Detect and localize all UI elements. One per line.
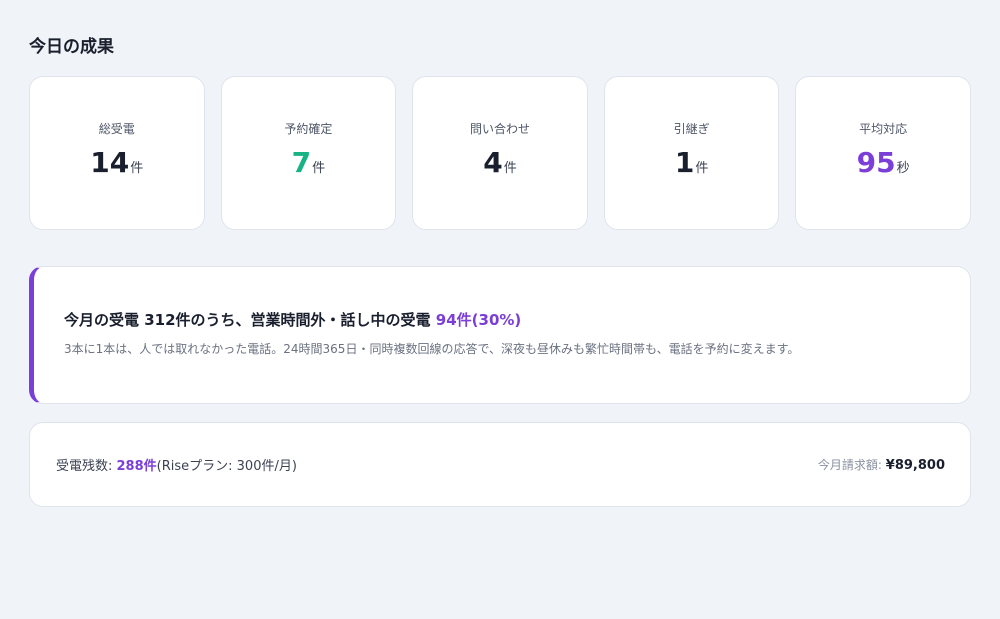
- callout-headline-text: 今月の受電 312件のうち、営業時間外・話し中の受電: [64, 311, 431, 329]
- remaining-value: 288件: [116, 459, 157, 474]
- stat-label: 予約確定: [284, 122, 333, 136]
- missed-calls-callout: 今月の受電 312件のうち、営業時間外・話し中の受電 94件(30%) 3本に1…: [29, 266, 971, 404]
- stats-row: 総受電 14 件 予約確定 7 件 問い合わせ 4 件 引継ぎ 1 件 平均対応…: [29, 76, 971, 230]
- stat-unit: 件: [695, 161, 709, 176]
- remaining-calls: 受電残数: 288件(Riseプラン: 300件/月): [56, 455, 297, 474]
- plan-text: (Riseプラン: 300件/月): [156, 459, 297, 474]
- dashboard-page: 今日の成果 総受電 14 件 予約確定 7 件 問い合わせ 4 件 引継ぎ 1 …: [0, 0, 1000, 619]
- billing-label: 今月請求額:: [817, 458, 886, 472]
- stat-unit: 件: [130, 161, 144, 176]
- stat-card-inquiries: 問い合わせ 4 件: [412, 76, 588, 230]
- stat-card-total-calls: 総受電 14 件: [29, 76, 205, 230]
- stat-unit: 件: [312, 161, 326, 176]
- stat-unit: 秒: [896, 161, 910, 176]
- monthly-billing: 今月請求額: ¥89,800: [818, 456, 945, 473]
- stat-label: 平均対応: [859, 122, 908, 136]
- callout-description: 3本に1本は、人では取れなかった電話。24時間365日・同時複数回線の応答で、深…: [64, 342, 800, 356]
- billing-amount: ¥89,800: [885, 458, 945, 473]
- callout-headline: 今月の受電 312件のうち、営業時間外・話し中の受電 94件(30%): [64, 309, 942, 331]
- stat-label: 引継ぎ: [673, 122, 710, 136]
- stat-value: 95: [856, 146, 896, 179]
- stat-value: 1: [674, 146, 695, 179]
- stat-card-avg-response: 平均対応 95 秒: [795, 76, 971, 230]
- stat-card-handoffs: 引継ぎ 1 件: [603, 76, 780, 230]
- callout-highlight: 94件(30%): [435, 311, 522, 329]
- stat-value: 7: [291, 146, 312, 179]
- section-title: 今日の成果: [29, 37, 114, 57]
- stat-label: 問い合わせ: [469, 122, 530, 136]
- stat-value: 4: [483, 146, 503, 179]
- stat-value: 14: [90, 146, 130, 179]
- remaining-label: 受電残数:: [56, 459, 117, 474]
- stat-card-confirmed-bookings: 予約確定 7 件: [220, 76, 397, 230]
- stat-label: 総受電: [98, 122, 135, 136]
- usage-card: 受電残数: 288件(Riseプラン: 300件/月) 今月請求額: ¥89,8…: [29, 422, 971, 507]
- stat-unit: 件: [503, 161, 517, 176]
